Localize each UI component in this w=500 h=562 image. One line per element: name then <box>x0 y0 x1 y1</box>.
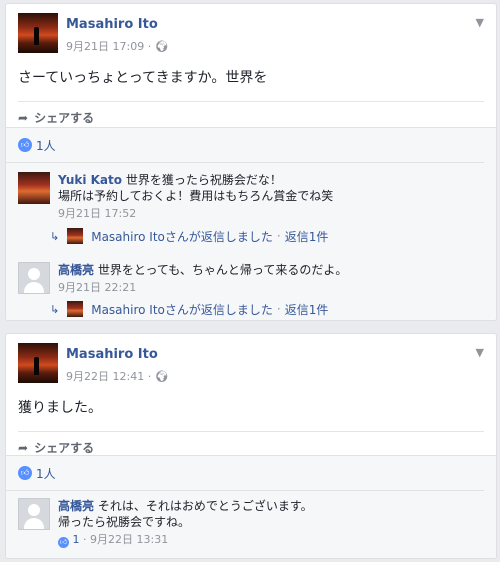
reply-count[interactable]: 返信1件 <box>285 301 329 318</box>
reply-count[interactable]: 返信1件 <box>285 228 329 245</box>
comment-timestamp[interactable]: 9月21日 17:52 <box>58 206 484 222</box>
like-count[interactable]: 1人 <box>36 465 56 482</box>
comment-text-line2: 帰ったら祝勝会ですね。 <box>58 515 191 529</box>
like-count[interactable]: 1人 <box>36 137 56 154</box>
post-card: Masahiro Ito 9月21日 17:09 · 🌍︎ ▼ さーていっちょと… <box>5 3 497 321</box>
post-timestamp[interactable]: 9月22日 12:41 <box>66 370 144 383</box>
share-label: シェアする <box>34 441 95 455</box>
reply-link[interactable]: ↳ Masahiro Itoさんが返信しました · 返信1件 <box>50 227 484 245</box>
author-avatar[interactable] <box>18 13 58 53</box>
chevron-down-icon[interactable]: ▼ <box>476 346 484 359</box>
post-header: Masahiro Ito 9月21日 17:09 · 🌍︎ ▼ <box>6 4 496 56</box>
post-meta: 9月22日 12:41 · 🌍︎ <box>66 370 169 383</box>
comment-like-icon: 👍︎ <box>58 537 69 548</box>
comment-timestamp[interactable]: 9月22日 13:31 <box>90 533 168 546</box>
comments-section: 👍︎ 1人 高橋亮 それは、それはおめでとうございます。 帰ったら祝勝会ですね。… <box>6 455 496 558</box>
replier-avatar <box>67 301 84 317</box>
author-name[interactable]: Masahiro Ito <box>66 17 158 32</box>
reply-text[interactable]: Masahiro Itoさんが返信しました <box>91 301 273 318</box>
like-summary[interactable]: 👍︎ 1人 <box>6 128 484 163</box>
share-icon: ➦ <box>18 440 29 455</box>
comment-like-count[interactable]: 1 <box>73 533 80 546</box>
author-name[interactable]: Masahiro Ito <box>66 347 158 362</box>
commenter-avatar[interactable] <box>18 172 50 204</box>
reply-arrow-icon: ↳ <box>50 302 60 316</box>
like-summary[interactable]: 👍︎ 1人 <box>6 456 484 491</box>
commenter-avatar[interactable] <box>18 262 50 294</box>
commenter-name[interactable]: 高橋亮 <box>58 499 94 513</box>
post-message: 獲りました。 <box>18 400 102 416</box>
like-icon: 👍︎ <box>18 466 32 480</box>
commenter-name[interactable]: Yuki Kato <box>58 173 122 187</box>
replier-avatar <box>67 228 84 244</box>
author-avatar[interactable] <box>18 343 58 383</box>
post-header: Masahiro Ito 9月22日 12:41 · 🌍︎ ▼ <box>6 334 496 386</box>
globe-icon: 🌍︎ <box>154 40 169 53</box>
comment-text: それは、それはおめでとうございます。 <box>97 499 313 513</box>
reply-link[interactable]: ↳ Masahiro Itoさんが返信しました · 返信1件 <box>50 300 484 318</box>
comment-text: 世界を獲ったら祝勝会だな！ <box>125 173 282 187</box>
like-icon: 👍︎ <box>18 138 32 152</box>
share-label: シェアする <box>34 111 95 125</box>
comment-text: 世界をとっても、ちゃんと帰って来るのだよ。 <box>97 263 348 277</box>
commenter-name[interactable]: 高橋亮 <box>58 263 94 277</box>
comments-section: 👍︎ 1人 Yuki Kato 世界を獲ったら祝勝会だな！ 場所は予約しておくよ… <box>6 127 496 320</box>
share-icon: ➦ <box>18 110 29 125</box>
comment-timestamp[interactable]: 9月21日 22:21 <box>58 280 484 296</box>
post-timestamp[interactable]: 9月21日 17:09 <box>66 40 144 53</box>
commenter-avatar[interactable] <box>18 498 50 530</box>
post-meta: 9月21日 17:09 · 🌍︎ <box>66 40 169 53</box>
globe-icon: 🌍︎ <box>154 370 169 383</box>
comment-text-line2: 場所は予約しておくよ！費用はもちろん賞金でね笑 <box>58 189 334 203</box>
reply-arrow-icon: ↳ <box>50 229 60 243</box>
reply-text[interactable]: Masahiro Itoさんが返信しました <box>91 228 273 245</box>
chevron-down-icon[interactable]: ▼ <box>476 16 484 29</box>
post-card: Masahiro Ito 9月22日 12:41 · 🌍︎ ▼ 獲りました。 ➦… <box>5 333 497 559</box>
post-message: さーていっちょとってきますか。世界を <box>18 70 268 86</box>
